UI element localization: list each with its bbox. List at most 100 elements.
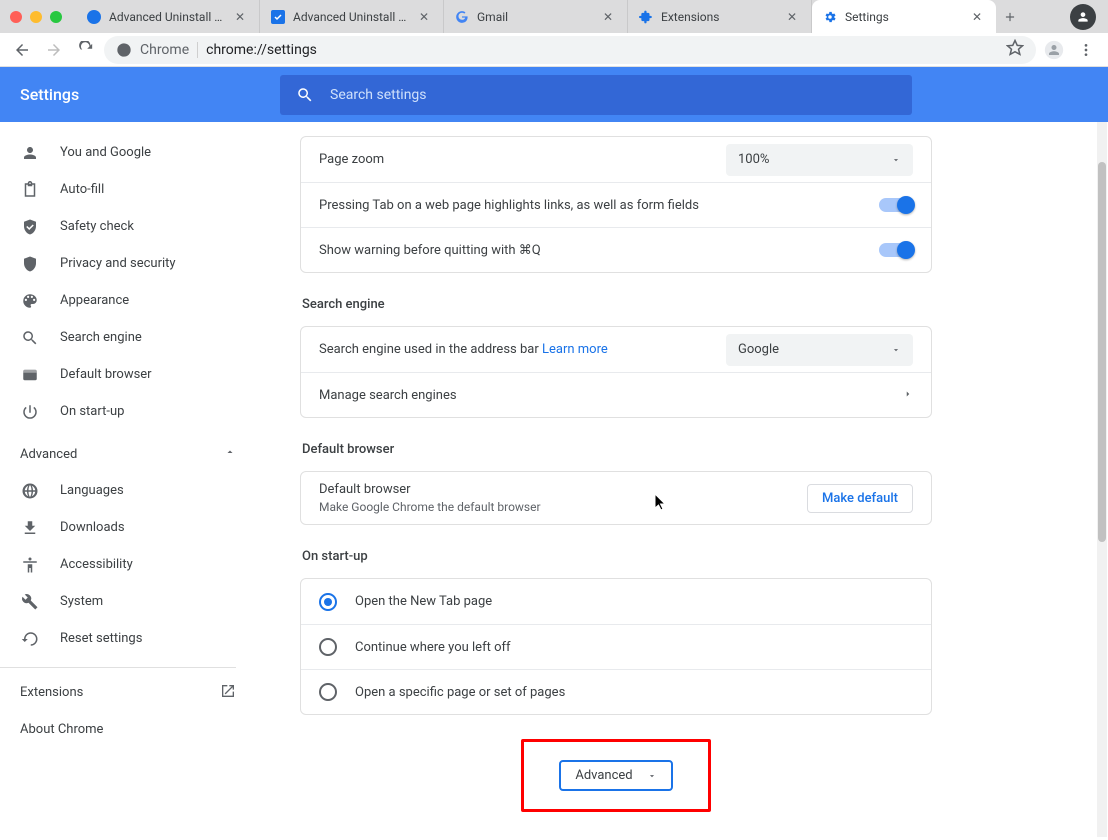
startup-option-3[interactable]: Open a specific page or set of pages xyxy=(301,669,931,714)
row-label: Page zoom xyxy=(319,152,726,167)
close-tab-icon[interactable]: ✕ xyxy=(972,10,986,24)
search-engine-select[interactable]: Google xyxy=(726,334,913,366)
person-icon xyxy=(20,143,40,163)
tab-3[interactable]: Extensions ✕ xyxy=(628,0,812,33)
chevron-up-icon xyxy=(224,446,236,462)
row-quit-warning: Show warning before quitting with ⌘Q xyxy=(301,227,931,272)
close-tab-icon[interactable]: ✕ xyxy=(787,10,801,24)
sidebar-label: Appearance xyxy=(60,293,129,308)
quit-warning-toggle[interactable] xyxy=(879,243,913,257)
row-search-engine: Search engine used in the address bar Le… xyxy=(301,327,931,372)
reload-button[interactable] xyxy=(72,36,100,64)
settings-search-input[interactable] xyxy=(330,87,896,103)
tab-highlight-toggle[interactable] xyxy=(879,198,913,212)
tab-1[interactable]: Advanced Uninstall Ma ✕ xyxy=(260,0,444,33)
row-default-browser: Default browser Make Google Chrome the d… xyxy=(301,472,931,524)
new-tab-button[interactable] xyxy=(996,0,1024,33)
sidebar-item-search[interactable]: Search engine xyxy=(0,319,256,356)
address-bar[interactable]: Chrome chrome://settings xyxy=(104,36,1036,64)
close-tab-icon[interactable]: ✕ xyxy=(419,10,433,24)
gear-icon xyxy=(822,9,838,25)
sidebar-label: Downloads xyxy=(60,520,125,535)
palette-icon xyxy=(20,291,40,311)
sidebar-advanced-toggle[interactable]: Advanced xyxy=(0,436,256,472)
traffic-lights xyxy=(10,11,62,23)
search-icon xyxy=(296,86,314,104)
shield-icon xyxy=(20,254,40,274)
profile-avatar[interactable] xyxy=(1070,4,1096,30)
row-tab-highlight: Pressing Tab on a web page highlights li… xyxy=(301,182,931,227)
sidebar-item-system[interactable]: System xyxy=(0,583,256,620)
row-manage-search[interactable]: Manage search engines xyxy=(301,372,931,417)
sidebar-item-about[interactable]: About Chrome xyxy=(0,711,256,748)
tab-label: Settings xyxy=(845,10,965,24)
site-info-icon[interactable] xyxy=(116,42,132,58)
sidebar-item-you[interactable]: You and Google xyxy=(0,134,256,171)
restore-icon xyxy=(20,629,40,649)
scrollbar-thumb[interactable] xyxy=(1098,162,1106,542)
back-button[interactable] xyxy=(8,36,36,64)
sidebar-label: Privacy and security xyxy=(60,256,176,271)
minimize-window-button[interactable] xyxy=(30,11,42,23)
url-prefix: Chrome xyxy=(140,42,189,58)
tab-4-active[interactable]: Settings ✕ xyxy=(812,0,996,33)
startup-option-2[interactable]: Continue where you left off xyxy=(301,624,931,669)
sidebar-item-extensions[interactable]: Extensions xyxy=(0,674,256,711)
menu-button[interactable] xyxy=(1072,36,1100,64)
advanced-highlight-box: Advanced xyxy=(521,739,711,812)
chevron-down-icon xyxy=(891,345,901,355)
sidebar-item-default-browser[interactable]: Default browser xyxy=(0,356,256,393)
favicon-icon xyxy=(270,9,286,25)
sidebar-item-safety[interactable]: Safety check xyxy=(0,208,256,245)
option-label: Open the New Tab page xyxy=(355,594,492,609)
sidebar-item-languages[interactable]: Languages xyxy=(0,472,256,509)
bookmark-star-icon[interactable] xyxy=(1006,39,1024,61)
window-titlebar: Advanced Uninstall Ma ✕ Advanced Uninsta… xyxy=(0,0,1108,33)
radio-icon xyxy=(319,683,337,701)
advanced-button[interactable]: Advanced xyxy=(559,760,672,791)
wrench-icon xyxy=(20,592,40,612)
sidebar-label: You and Google xyxy=(60,145,151,160)
sidebar-item-reset[interactable]: Reset settings xyxy=(0,620,256,657)
row-page-zoom: Page zoom 100% xyxy=(301,137,931,182)
radio-icon xyxy=(319,593,337,611)
tab-label: Advanced Uninstall Ma xyxy=(109,10,228,24)
sidebar-item-autofill[interactable]: Auto-fill xyxy=(0,171,256,208)
make-default-button[interactable]: Make default xyxy=(807,484,913,513)
tab-strip: Advanced Uninstall Ma ✕ Advanced Uninsta… xyxy=(76,0,1062,33)
settings-search[interactable] xyxy=(280,75,912,115)
sidebar-item-downloads[interactable]: Downloads xyxy=(0,509,256,546)
select-value: Google xyxy=(738,342,779,357)
close-window-button[interactable] xyxy=(10,11,22,23)
advanced-button-label: Advanced xyxy=(575,768,632,783)
sidebar-label: Reset settings xyxy=(60,631,142,646)
scrollbar[interactable] xyxy=(1097,122,1107,837)
select-value: 100% xyxy=(738,152,769,167)
sidebar-label: Languages xyxy=(60,483,124,498)
page-zoom-select[interactable]: 100% xyxy=(726,144,913,176)
browser-icon xyxy=(20,365,40,385)
download-icon xyxy=(20,518,40,538)
card-search-engine: Search engine used in the address bar Le… xyxy=(300,326,932,418)
maximize-window-button[interactable] xyxy=(50,11,62,23)
startup-option-1[interactable]: Open the New Tab page xyxy=(301,579,931,624)
row-label: Show warning before quitting with ⌘Q xyxy=(319,243,879,258)
settings-header: Settings xyxy=(0,67,1108,122)
section-default-browser: Default browser xyxy=(302,442,932,457)
sidebar-label: Accessibility xyxy=(60,557,133,572)
browser-toolbar: Chrome chrome://settings xyxy=(0,33,1108,67)
globe-icon xyxy=(20,481,40,501)
close-tab-icon[interactable]: ✕ xyxy=(603,10,617,24)
sidebar-item-appearance[interactable]: Appearance xyxy=(0,282,256,319)
sidebar-item-privacy[interactable]: Privacy and security xyxy=(0,245,256,282)
forward-button[interactable] xyxy=(40,36,68,64)
close-tab-icon[interactable]: ✕ xyxy=(235,10,249,24)
tab-2[interactable]: Gmail ✕ xyxy=(444,0,628,33)
tab-0[interactable]: Advanced Uninstall Ma ✕ xyxy=(76,0,260,33)
sidebar-advanced-label: Advanced xyxy=(20,447,77,462)
sidebar-item-accessibility[interactable]: Accessibility xyxy=(0,546,256,583)
learn-more-link[interactable]: Learn more xyxy=(542,342,608,357)
sidebar-item-startup[interactable]: On start-up xyxy=(0,393,256,430)
profile-button[interactable] xyxy=(1040,36,1068,64)
chevron-down-icon xyxy=(891,155,901,165)
